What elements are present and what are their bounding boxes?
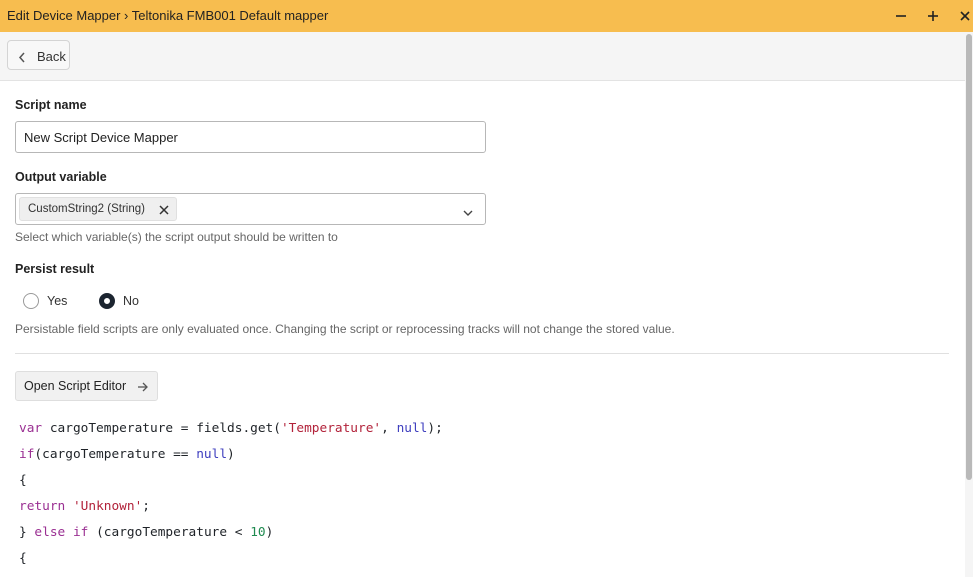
radio-no[interactable]	[99, 293, 115, 309]
minimize-icon[interactable]	[891, 6, 911, 26]
radio-yes[interactable]	[23, 293, 39, 309]
remove-chip-icon[interactable]	[158, 203, 170, 215]
script-code[interactable]: var cargoTemperature = fields.get('Tempe…	[19, 420, 939, 576]
open-script-editor-label: Open Script Editor	[24, 379, 127, 393]
output-variable-hint: Select which variable(s) the script outp…	[15, 230, 338, 244]
code-keyword: var	[19, 421, 43, 436]
code-keyword: return	[19, 499, 66, 514]
code-text: (cargoTemperature ==	[34, 447, 197, 462]
chip-label: CustomString2 (String)	[28, 203, 145, 215]
code-null: null	[196, 447, 228, 462]
window-titlebar: Edit Device Mapper › Teltonika FMB001 De…	[0, 0, 973, 32]
code-keyword: if	[19, 447, 35, 462]
arrow-right-icon	[137, 380, 149, 398]
code-line: {	[19, 473, 27, 488]
code-string: 'Unknown'	[72, 499, 143, 514]
code-text: )	[265, 525, 274, 540]
plus-icon[interactable]	[923, 6, 943, 26]
code-string: 'Temperature'	[280, 421, 382, 436]
code-text: );	[427, 421, 443, 436]
code-keyword: else	[34, 525, 66, 540]
persist-result-label: Persist result	[15, 262, 95, 276]
code-text: cargoTemperature = fields.get(	[42, 421, 281, 436]
script-name-input[interactable]	[15, 121, 486, 153]
output-variable-select[interactable]: CustomString2 (String)	[15, 193, 486, 225]
code-text: ,	[381, 421, 397, 436]
code-line: } else if (cargoTemperature < 10)	[19, 524, 939, 550]
window-title: Edit Device Mapper › Teltonika FMB001 De…	[7, 8, 329, 23]
code-text: (cargoTemperature <	[88, 525, 251, 540]
code-line: var cargoTemperature = fields.get('Tempe…	[19, 420, 939, 446]
divider	[15, 353, 949, 354]
code-line: return 'Unknown';	[19, 498, 939, 524]
persist-result-hint: Persistable field scripts are only evalu…	[15, 322, 675, 336]
script-name-label: Script name	[15, 98, 87, 112]
output-variable-label: Output variable	[15, 170, 107, 184]
code-text: ;	[142, 499, 151, 514]
code-text: }	[19, 525, 35, 540]
code-line: if(cargoTemperature == null)	[19, 446, 939, 472]
scrollbar-thumb[interactable]	[966, 34, 972, 480]
back-button-label: Back	[37, 49, 66, 64]
selected-variable-chip: CustomString2 (String)	[19, 197, 177, 221]
toolbar: Back	[0, 32, 965, 81]
close-icon[interactable]	[955, 6, 973, 26]
open-script-editor-button[interactable]: Open Script Editor	[15, 371, 158, 401]
code-text: )	[227, 447, 235, 462]
chevron-left-icon	[18, 50, 26, 68]
radio-no-label[interactable]: No	[123, 294, 139, 308]
back-button[interactable]: Back	[7, 40, 70, 70]
chevron-down-icon[interactable]	[463, 204, 473, 222]
code-null: null	[396, 421, 428, 436]
code-line: {	[19, 551, 27, 566]
code-number: 10	[250, 525, 266, 540]
radio-yes-label[interactable]: Yes	[47, 294, 67, 308]
code-keyword: if	[72, 525, 89, 540]
